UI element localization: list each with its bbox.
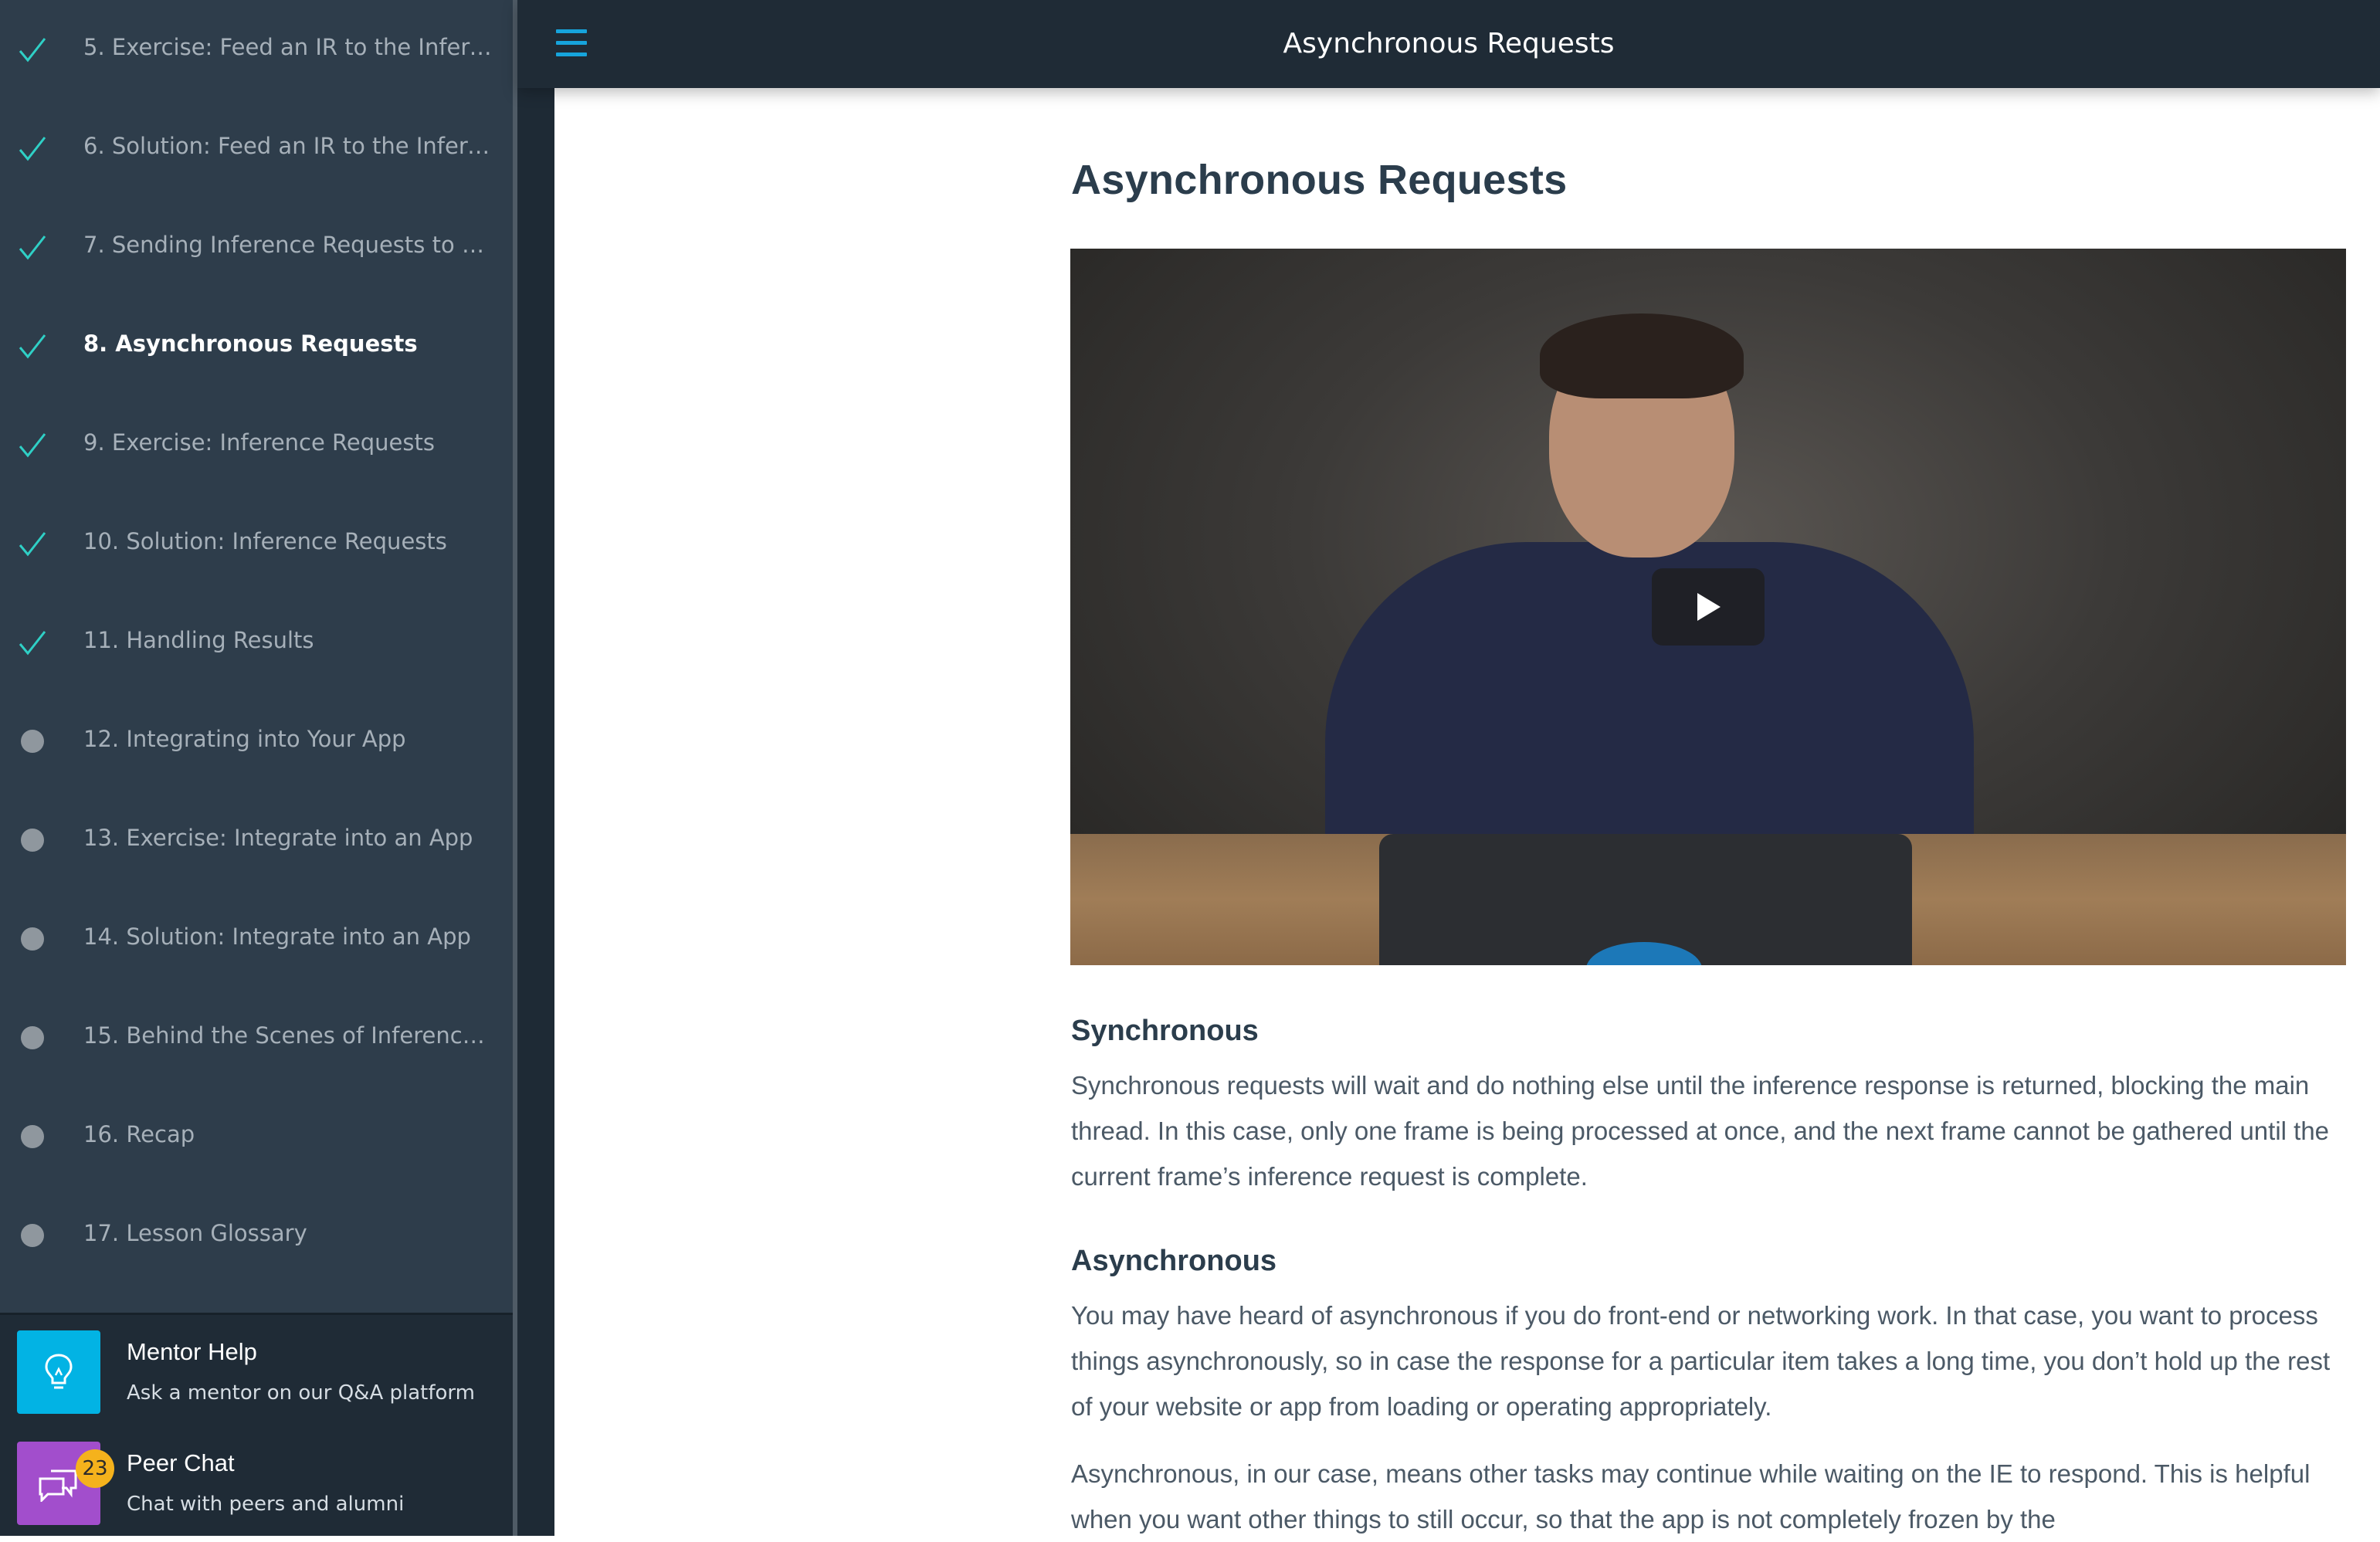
- incomplete-dot-icon: [17, 726, 48, 757]
- lesson-item[interactable]: 17. Lesson Glossary: [0, 1186, 513, 1285]
- incomplete-dot-icon: [17, 1121, 48, 1152]
- mentor-help-button[interactable]: Mentor Help Ask a mentor on our Q&A plat…: [17, 1330, 496, 1415]
- check-icon: [17, 528, 48, 559]
- incomplete-dot-icon: [17, 825, 48, 856]
- lesson-label: 14. Solution: Integrate into an App: [83, 924, 471, 950]
- lesson-label: 16. Recap: [83, 1121, 195, 1147]
- video-player[interactable]: [1070, 249, 2346, 965]
- paragraph: Asynchronous, in our case, means other t…: [1071, 1459, 2310, 1534]
- check-icon: [17, 429, 48, 460]
- lesson-item[interactable]: 15. Behind the Scenes of Inference ...: [0, 988, 513, 1087]
- lesson-item[interactable]: 14. Solution: Integrate into an App: [0, 890, 513, 988]
- lightbulb-icon: [17, 1330, 100, 1414]
- lesson-label: 6. Solution: Feed an IR to the Infere...: [83, 133, 493, 159]
- lesson-item[interactable]: 5. Exercise: Feed an IR to the Infere...: [0, 0, 513, 99]
- lesson-item[interactable]: 13. Exercise: Integrate into an App: [0, 791, 513, 890]
- peer-chat-badge: 23: [76, 1449, 114, 1488]
- lesson-label: 10. Solution: Inference Requests: [83, 528, 447, 554]
- peer-chat-title: Peer Chat: [127, 1449, 235, 1476]
- lesson-sidebar: 5. Exercise: Feed an IR to the Infere...…: [0, 0, 513, 1536]
- mentor-help-title: Mentor Help: [127, 1338, 257, 1365]
- incomplete-dot-icon: [17, 1220, 48, 1251]
- lesson-item[interactable]: 7. Sending Inference Requests to th...: [0, 198, 513, 297]
- mentor-help-subtitle: Ask a mentor on our Q&A platform: [127, 1381, 475, 1405]
- peer-chat-button[interactable]: 23 Peer Chat Chat with peers and alumni: [17, 1442, 496, 1527]
- incomplete-dot-icon: [17, 1022, 48, 1053]
- lesson-label: 9. Exercise: Inference Requests: [83, 429, 435, 456]
- lesson-item[interactable]: 12. Integrating into Your App: [0, 692, 513, 791]
- play-icon[interactable]: [1652, 568, 1765, 646]
- lesson-item[interactable]: 16. Recap: [0, 1087, 513, 1186]
- top-bar: Asynchronous Requests: [517, 0, 2380, 88]
- lesson-item[interactable]: 6. Solution: Feed an IR to the Infere...: [0, 99, 513, 198]
- section-heading: Synchronous: [1071, 1015, 1259, 1047]
- check-icon: [17, 232, 48, 263]
- section-heading: Asynchronous: [1071, 1245, 1277, 1277]
- page-title: Asynchronous Requests: [1071, 157, 1568, 203]
- lesson-label: 13. Exercise: Integrate into an App: [83, 825, 473, 851]
- check-icon: [17, 34, 48, 65]
- lesson-item-active[interactable]: 8. Asynchronous Requests: [0, 297, 513, 395]
- lesson-label: 5. Exercise: Feed an IR to the Infere...: [83, 34, 493, 60]
- lesson-label: 15. Behind the Scenes of Inference ...: [83, 1022, 493, 1049]
- paragraph: You may have heard of asynchronous if yo…: [1071, 1301, 2331, 1421]
- check-icon: [17, 627, 48, 658]
- lesson-label: 8. Asynchronous Requests: [83, 330, 418, 357]
- sidebar-gutter: [517, 0, 554, 1536]
- lesson-label: 12. Integrating into Your App: [83, 726, 406, 752]
- peer-chat-subtitle: Chat with peers and alumni: [127, 1493, 405, 1516]
- lesson-label: 17. Lesson Glossary: [83, 1220, 307, 1246]
- help-panel: Mentor Help Ask a mentor on our Q&A plat…: [0, 1313, 513, 1536]
- paragraph: Synchronous requests will wait and do no…: [1071, 1071, 2330, 1191]
- lesson-item[interactable]: 9. Exercise: Inference Requests: [0, 395, 513, 494]
- lesson-content: Asynchronous Requests Synchronous Synchr…: [554, 88, 2380, 1536]
- lesson-label: 11. Handling Results: [83, 627, 314, 653]
- lesson-label: 7. Sending Inference Requests to th...: [83, 232, 493, 258]
- lesson-item[interactable]: 11. Handling Results: [0, 593, 513, 692]
- check-icon: [17, 133, 48, 164]
- incomplete-dot-icon: [17, 924, 48, 954]
- topbar-title: Asynchronous Requests: [1283, 28, 1615, 59]
- lesson-item[interactable]: 10. Solution: Inference Requests: [0, 494, 513, 593]
- check-icon: [17, 330, 48, 361]
